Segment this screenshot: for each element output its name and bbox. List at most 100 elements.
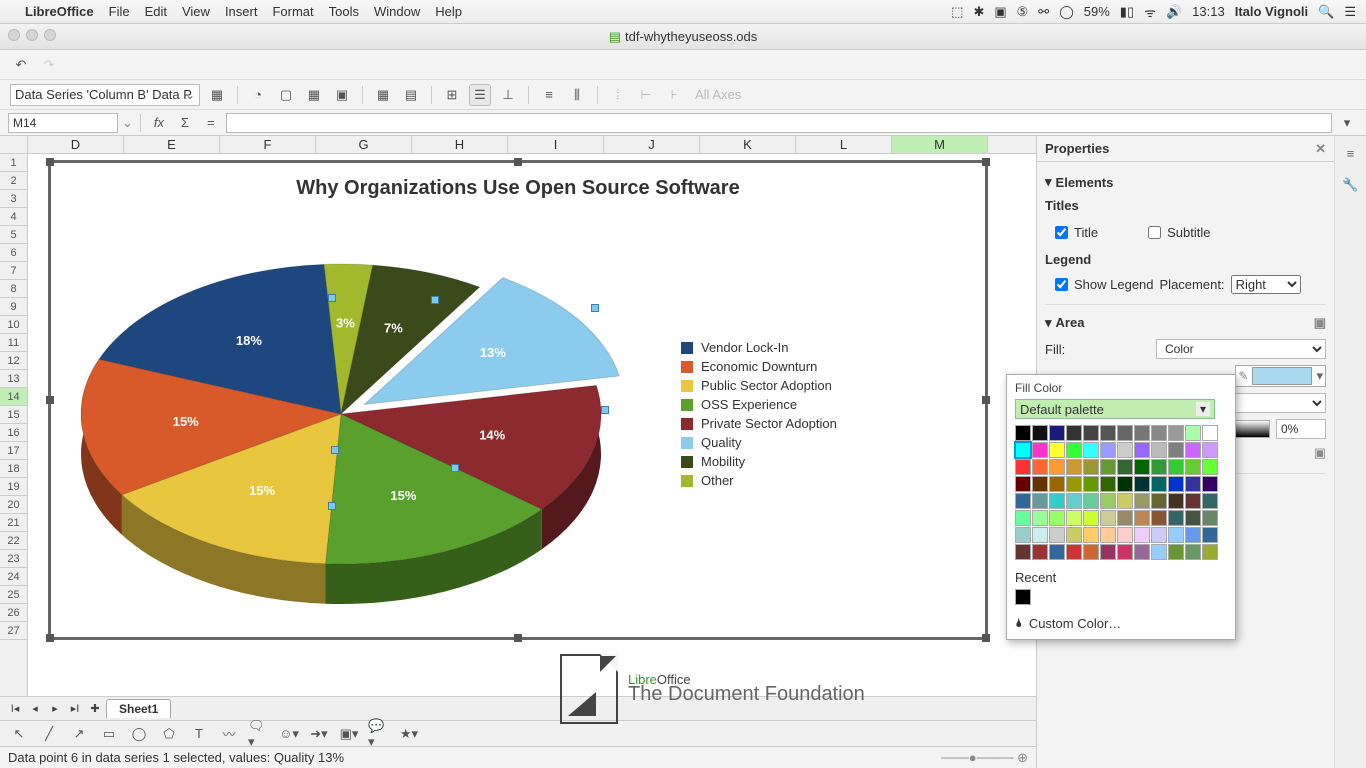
spotlight-icon[interactable]: 🔍	[1318, 4, 1334, 20]
color-swatch[interactable]	[1083, 510, 1099, 526]
status-net-icon[interactable]: ✱	[973, 4, 984, 20]
resize-handle[interactable]	[982, 634, 990, 642]
legend-item[interactable]: Mobility	[681, 454, 837, 469]
col-header[interactable]: D	[28, 136, 124, 153]
color-swatch[interactable]	[1032, 442, 1048, 458]
legend-item[interactable]: Quality	[681, 435, 837, 450]
color-swatch[interactable]	[1066, 459, 1082, 475]
draw-flowchart[interactable]: ▣▾	[338, 723, 360, 745]
color-swatch[interactable]	[1151, 425, 1167, 441]
show-legend-checkbox[interactable]: Show Legend	[1055, 277, 1154, 292]
color-swatch[interactable]	[1185, 527, 1201, 543]
selection-handle[interactable]	[431, 296, 439, 304]
display-icon[interactable]: ▣	[994, 4, 1006, 20]
z-axis-button[interactable]: ⊦	[663, 84, 685, 106]
resize-handle[interactable]	[982, 396, 990, 404]
col-header[interactable]: E	[124, 136, 220, 153]
draw-callout[interactable]: 🗨▾	[248, 723, 270, 745]
legend-item[interactable]: Economic Downturn	[681, 359, 837, 374]
color-swatch[interactable]	[1083, 459, 1099, 475]
col-header[interactable]: G	[316, 136, 412, 153]
color-swatch[interactable]	[1168, 493, 1184, 509]
color-swatch[interactable]	[1100, 425, 1116, 441]
draw-comment[interactable]: 💬▾	[368, 723, 390, 745]
color-swatch[interactable]	[1100, 476, 1116, 492]
draw-arrow[interactable]: ↖	[8, 723, 30, 745]
color-swatch[interactable]	[1032, 425, 1048, 441]
sidebar-settings-icon[interactable]: ≡	[1338, 140, 1364, 166]
custom-color-button[interactable]: 🌢 Custom Color…	[1015, 615, 1227, 631]
row-header[interactable]: 12	[0, 352, 27, 370]
color-swatch[interactable]	[1015, 459, 1031, 475]
row-header[interactable]: 3	[0, 190, 27, 208]
color-swatch[interactable]	[1032, 459, 1048, 475]
more-icon[interactable]: ▣	[1314, 445, 1326, 461]
notifications-icon[interactable]: ☰	[1344, 4, 1356, 20]
draw-ellipse[interactable]: ◯	[128, 723, 150, 745]
selection-handle[interactable]	[328, 502, 336, 510]
draw-poly[interactable]: ⬠	[158, 723, 180, 745]
color-swatch[interactable]	[1151, 527, 1167, 543]
recent-color[interactable]	[1015, 589, 1031, 605]
color-swatch[interactable]	[1117, 442, 1133, 458]
fill-mode-select[interactable]: Color	[1156, 339, 1326, 359]
color-swatch[interactable]	[1185, 493, 1201, 509]
resize-handle[interactable]	[46, 158, 54, 166]
battery-pct[interactable]: 59%	[1084, 4, 1110, 19]
row-header[interactable]: 16	[0, 424, 27, 442]
color-swatch[interactable]	[1049, 510, 1065, 526]
color-swatch[interactable]	[1168, 510, 1184, 526]
cells[interactable]: Why Organizations Use Open Source Softwa…	[28, 154, 1036, 696]
color-swatch[interactable]	[1185, 544, 1201, 560]
color-swatch[interactable]	[1049, 493, 1065, 509]
row-header[interactable]: 11	[0, 334, 27, 352]
draw-star[interactable]: ★▾	[398, 723, 420, 745]
toggle-axis-button[interactable]: ⊥	[497, 84, 519, 106]
window-controls[interactable]	[8, 29, 56, 41]
color-swatch[interactable]	[1185, 510, 1201, 526]
resize-handle[interactable]	[982, 158, 990, 166]
tab-sheet1[interactable]: Sheet1	[106, 699, 171, 718]
color-swatch[interactable]	[1168, 527, 1184, 543]
color-swatch[interactable]	[1049, 425, 1065, 441]
color-swatch[interactable]	[1049, 476, 1065, 492]
color-swatch[interactable]	[1066, 493, 1082, 509]
chart-element-combo[interactable]: Data Series 'Column B' Data P	[10, 84, 200, 106]
menu-edit[interactable]: Edit	[145, 4, 167, 19]
row-header[interactable]: 15	[0, 406, 27, 424]
title-checkbox[interactable]: Title	[1055, 225, 1098, 240]
undo-button[interactable]: ↶	[10, 54, 32, 76]
chart-legend[interactable]: Vendor Lock-InEconomic DownturnPublic Se…	[671, 336, 837, 492]
selection-handle[interactable]	[331, 446, 339, 454]
color-swatch[interactable]	[1185, 459, 1201, 475]
select-all-corner[interactable]	[0, 136, 28, 153]
chart-3d-button[interactable]: ▣	[331, 84, 353, 106]
selection-handle[interactable]	[328, 294, 336, 302]
color-swatch[interactable]	[1202, 459, 1218, 475]
color-swatch[interactable]	[1015, 425, 1031, 441]
placement-select[interactable]: Right	[1231, 275, 1301, 294]
close-icon[interactable]: ✕	[1315, 141, 1326, 157]
draw-shapes[interactable]: ☺▾	[278, 723, 300, 745]
close-icon[interactable]	[8, 29, 20, 41]
tab-add-button[interactable]: ✚	[86, 700, 104, 718]
sync-icon[interactable]: ◯	[1059, 4, 1074, 20]
color-swatch[interactable]	[1032, 544, 1048, 560]
sum-button[interactable]: Σ	[174, 112, 196, 134]
color-swatch[interactable]	[1134, 493, 1150, 509]
row-header[interactable]: 27	[0, 622, 27, 640]
tab-first-button[interactable]: I◂	[6, 700, 24, 718]
chart-type-button[interactable]: ◔	[247, 84, 269, 106]
draw-text[interactable]: T	[188, 723, 210, 745]
row-header[interactable]: 22	[0, 532, 27, 550]
fx-button[interactable]: fx	[148, 112, 170, 134]
row-header[interactable]: 24	[0, 568, 27, 586]
row-header[interactable]: 21	[0, 514, 27, 532]
transparency-input[interactable]	[1276, 419, 1326, 439]
row-header[interactable]: 8	[0, 280, 27, 298]
app-name[interactable]: LibreOffice	[25, 4, 94, 19]
color-swatch[interactable]	[1134, 425, 1150, 441]
row-header[interactable]: 5	[0, 226, 27, 244]
row-header[interactable]: 7	[0, 262, 27, 280]
color-swatch[interactable]	[1151, 476, 1167, 492]
